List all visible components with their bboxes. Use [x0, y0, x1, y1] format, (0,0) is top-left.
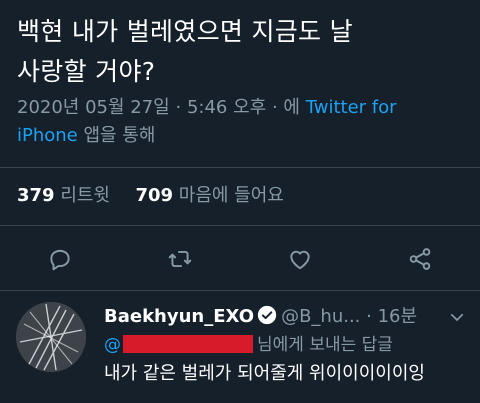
chevron-down-icon[interactable] — [448, 308, 466, 326]
likes-count: 709 — [135, 185, 174, 206]
retweet-icon — [168, 250, 192, 268]
divider — [0, 225, 480, 226]
tweet-date: 2020년 05월 27일 — [17, 97, 170, 118]
avatar[interactable] — [16, 302, 86, 372]
tweet-time: 5:46 오후 — [186, 97, 267, 118]
likes-label: 마음에 들어요 — [178, 185, 284, 206]
reply-header: Baekhyun_EXO @B_hu... · 16분 — [104, 304, 474, 330]
retweet-button[interactable] — [160, 240, 200, 278]
tweet-actions — [0, 240, 480, 278]
meta-separator: · — [271, 97, 278, 118]
reply-text: 내가 같은 벌레가 되어줄게 위이이이이이잉 — [104, 363, 425, 384]
share-button[interactable] — [400, 240, 440, 278]
via-prefix: 에 — [283, 97, 300, 118]
heart-icon — [290, 250, 310, 270]
replying-to-label: 님에게 보내는 답글 — [257, 335, 393, 355]
source-link-cont[interactable]: iPhone — [17, 125, 78, 146]
tweet-text-line-1: 백현 내가 벌레였으면 지금도 날 — [17, 17, 353, 46]
source-link[interactable]: Twitter for — [306, 97, 397, 118]
reply-separator: · — [366, 306, 372, 327]
reply-time: 16분 — [377, 306, 418, 327]
likes-stat[interactable]: 709 마음에 들어요 — [135, 185, 283, 206]
via-suffix: 앱을 통해 — [83, 125, 156, 146]
redacted-handle — [123, 335, 253, 353]
divider — [0, 167, 480, 168]
share-icon — [409, 248, 431, 270]
mention-link[interactable]: @ — [104, 335, 121, 355]
reply-author-name[interactable]: Baekhyun_EXO — [104, 306, 254, 327]
retweets-count: 379 — [17, 185, 55, 206]
tweet-metadata: 2020년 05월 27일 · 5:46 오후 · 에 Twitter for … — [17, 94, 467, 150]
reply-button[interactable] — [40, 240, 80, 278]
tweet-detail-screen: 백현 내가 벌레였으면 지금도 날 사랑할 거야? 2020년 05월 27일 … — [0, 0, 480, 403]
tweet-text-line-2: 사랑할 거야? — [17, 57, 156, 86]
replying-to: @ 님에게 보내는 답글 — [104, 332, 393, 358]
retweets-label: 리트윗 — [60, 185, 110, 206]
meta-separator: · — [175, 97, 182, 118]
retweets-stat[interactable]: 379 리트윗 — [17, 185, 116, 206]
tweet-stats: 379 리트윗 709 마음에 들어요 — [17, 182, 284, 210]
reply-tweet[interactable]: Baekhyun_EXO @B_hu... · 16분 @ 님에게 보내는 답글 … — [0, 294, 480, 403]
avatar-image — [16, 302, 86, 372]
verified-badge-icon — [257, 305, 277, 325]
tweet-text: 백현 내가 벌레였으면 지금도 날 사랑할 거야? — [17, 12, 467, 92]
reply-icon — [50, 249, 70, 271]
divider — [0, 290, 480, 291]
like-button[interactable] — [280, 240, 320, 278]
reply-author-handle[interactable]: @B_hu... — [281, 306, 360, 327]
